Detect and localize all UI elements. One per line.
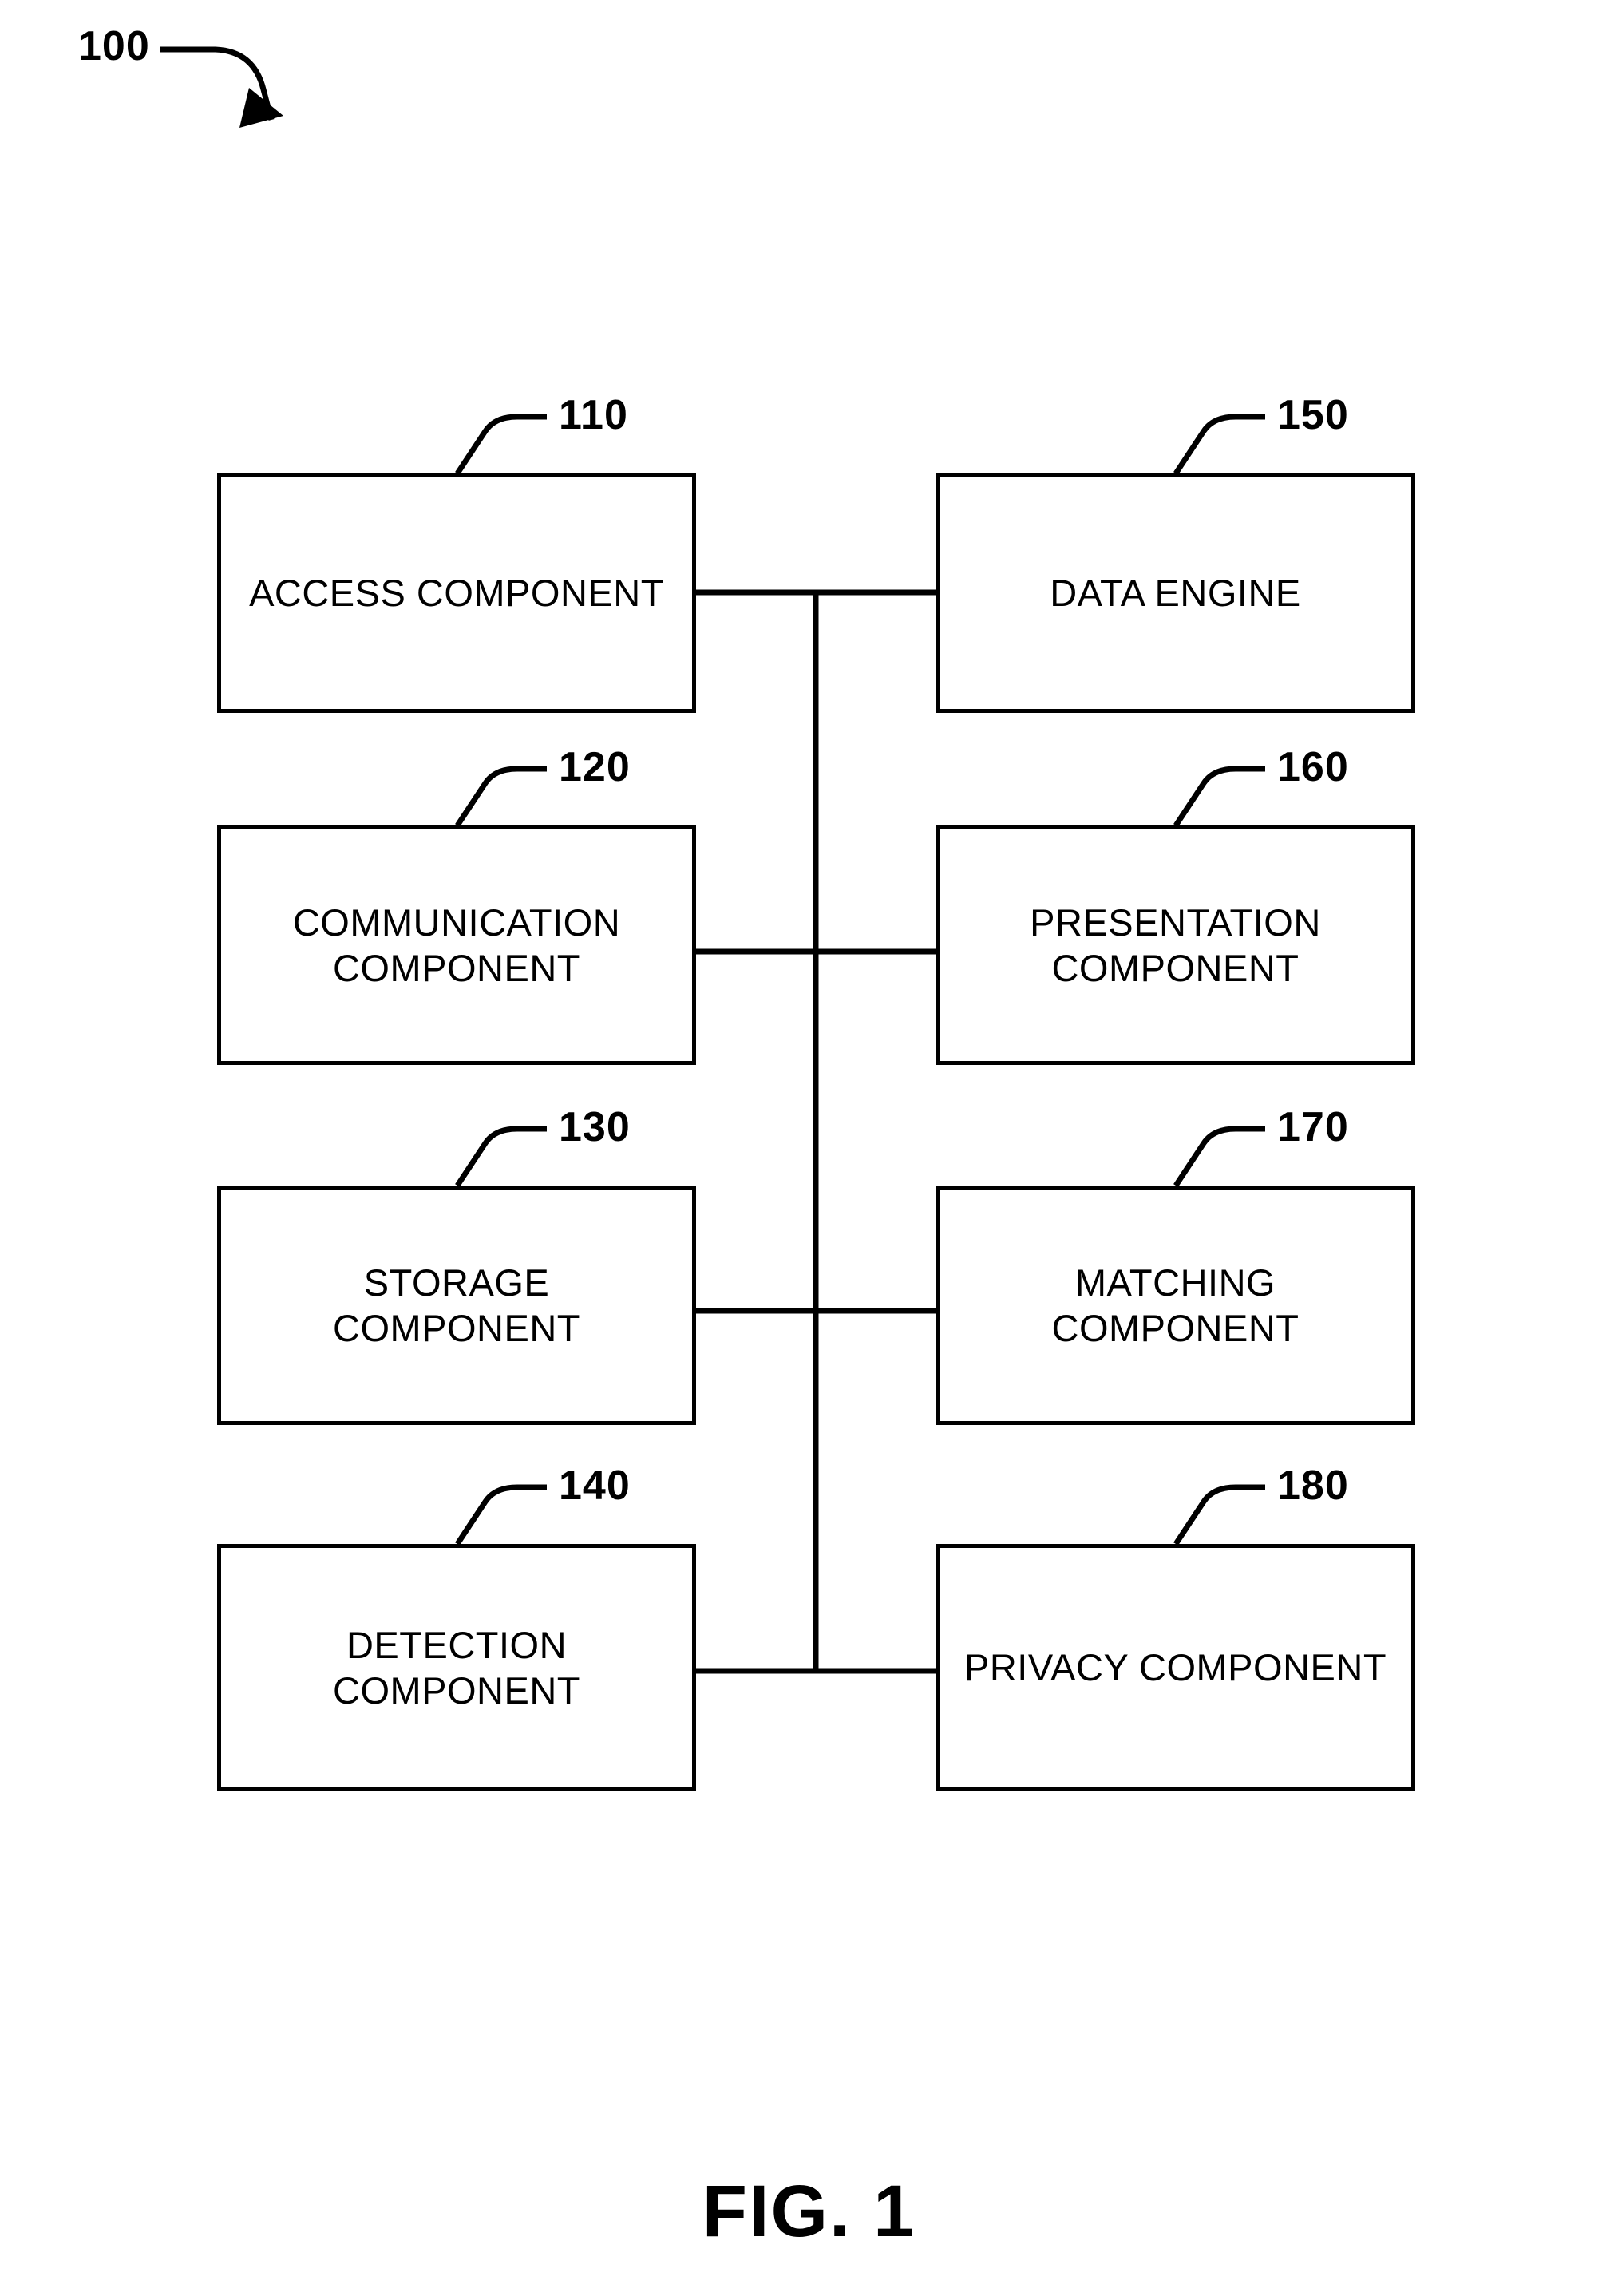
block-presentation-component: PRESENTATION COMPONENT (936, 825, 1415, 1065)
ref-numeral-150: 150 (1277, 392, 1349, 438)
block-access-component: ACCESS COMPONENT (217, 473, 696, 713)
ref-numeral-110: 110 (559, 392, 628, 438)
leader-line-150 (1173, 414, 1265, 475)
leader-line-120 (455, 766, 547, 827)
leader-line-160 (1173, 766, 1265, 827)
block-privacy-component: PRIVACY COMPONENT (936, 1544, 1415, 1791)
block-label-access-component: ACCESS COMPONENT (249, 572, 664, 615)
system-leader-arrow (160, 46, 283, 128)
leader-line-140 (455, 1484, 547, 1546)
ref-numeral-180: 180 (1277, 1463, 1349, 1509)
block-label-data-engine: DATA ENGINE (1050, 572, 1301, 615)
patent-figure: 100 110 120 130 140 150 160 170 180 ACCE… (0, 0, 1618, 2296)
block-label-detection-component: DETECTION COMPONENT (333, 1623, 580, 1712)
leader-line-110 (455, 414, 547, 475)
ref-numeral-120: 120 (559, 744, 631, 790)
block-matching-component: MATCHING COMPONENT (936, 1186, 1415, 1425)
block-label-presentation-component: PRESENTATION COMPONENT (1030, 901, 1321, 989)
ref-numeral-160: 160 (1277, 744, 1349, 790)
leader-line-170 (1173, 1126, 1265, 1187)
block-label-matching-component: MATCHING COMPONENT (1051, 1261, 1300, 1349)
block-detection-component: DETECTION COMPONENT (217, 1544, 696, 1791)
leader-line-180 (1173, 1484, 1265, 1546)
connector-lines-layer (160, 46, 1265, 1674)
block-label-storage-component: STORAGE COMPONENT (333, 1261, 580, 1349)
ref-numeral-140: 140 (559, 1463, 631, 1509)
leader-line-130 (455, 1126, 547, 1187)
ref-numeral-170: 170 (1277, 1104, 1349, 1150)
block-label-privacy-component: PRIVACY COMPONENT (963, 1646, 1387, 1689)
block-label-communication-component: COMMUNICATION COMPONENT (292, 901, 621, 989)
figure-caption: FIG. 1 (702, 2171, 916, 2252)
ref-numeral-130: 130 (559, 1104, 631, 1150)
system-reference-numeral: 100 (78, 23, 150, 69)
block-communication-component: COMMUNICATION COMPONENT (217, 825, 696, 1065)
block-storage-component: STORAGE COMPONENT (217, 1186, 696, 1425)
block-data-engine: DATA ENGINE (936, 473, 1415, 713)
